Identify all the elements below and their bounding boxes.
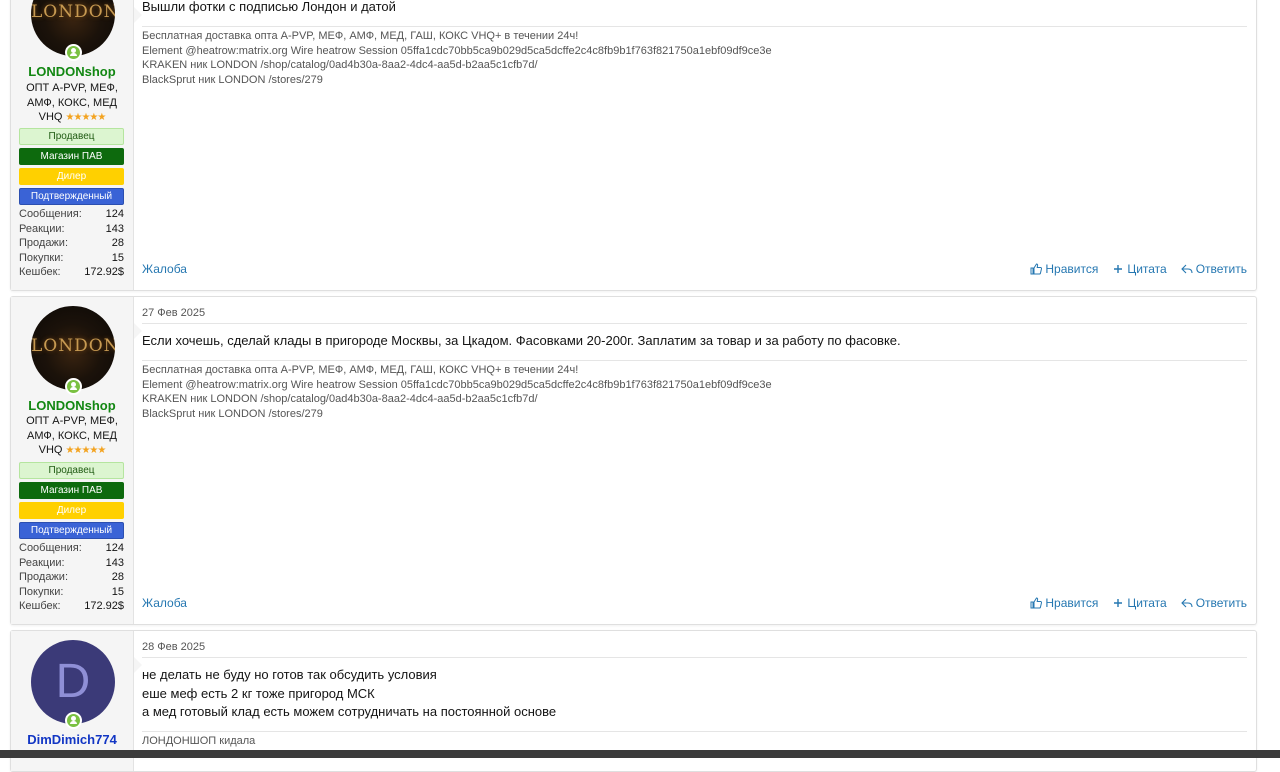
seller-banner: Продавец: [19, 128, 124, 145]
post-main: Вышли фотки с подписью Лондон и датой Бе…: [142, 0, 1247, 290]
post-main: 27 Фев 2025 Если хочешь, сделай клады в …: [142, 297, 1247, 624]
post-actions: Нравится Цитата Ответить: [1030, 262, 1247, 276]
stat-cashback: Кешбек: 172.92$: [19, 600, 124, 613]
dealer-banner: Дилер: [19, 502, 124, 519]
dealer-banner: Дилер: [19, 168, 124, 185]
stat-sales: Продажи: 28: [19, 571, 124, 584]
online-status-icon: [65, 44, 82, 61]
user-stats: Сообщения: 124 Реакции: 143 Продажи: 28 Пок…: [19, 207, 124, 280]
seller-banner: Продавец: [19, 462, 124, 479]
message-text: Если хочешь, сделай клады в пригороде Мо…: [142, 333, 901, 348]
report-link[interactable]: Жалоба: [142, 262, 187, 276]
signature-divider: [142, 360, 1247, 361]
stat-reactions: Реакции: 143: [19, 222, 124, 235]
signature-divider: [142, 26, 1247, 27]
thumbs-up-icon: [1030, 597, 1043, 609]
username[interactable]: LONDONshop: [11, 64, 133, 79]
header-divider: [142, 323, 1247, 324]
online-status-icon: [65, 712, 82, 729]
username[interactable]: DimDimich774: [11, 732, 133, 747]
shop-banner: Магазин ПАВ: [19, 148, 124, 165]
message-text: Вышли фотки с подписью Лондон и датой: [142, 0, 396, 14]
user-title: ОПТ A-PVP, МЕФ, АМФ, КОКС, МЕД VHQ ★★★★★: [26, 415, 118, 456]
signature-divider: [142, 731, 1247, 732]
shop-banner: Магазин ПАВ: [19, 482, 124, 499]
user-title: ОПТ A-PVP, МЕФ, АМФ, КОКС, МЕД VHQ ★★★★★: [26, 82, 118, 123]
quote-button[interactable]: Цитата: [1112, 596, 1167, 610]
reply-button[interactable]: Ответить: [1180, 262, 1247, 276]
reply-icon: [1180, 264, 1193, 274]
like-button[interactable]: Нравится: [1030, 596, 1098, 610]
signature: Бесплатная доставка опта A-PVP, МЕФ, АМФ…: [142, 30, 772, 86]
user-panel: LONDON LONDONshop ОПТ A-PVP, МЕФ, АМФ, К…: [11, 297, 142, 624]
stat-messages: Сообщения: 124: [19, 208, 124, 220]
verified-banner: Подтвержденный: [19, 188, 124, 205]
post: LONDON LONDONshop ОПТ A-PVP, МЕФ, АМФ, К…: [10, 296, 1257, 625]
rating-stars-icon: ★★★★★: [65, 112, 107, 123]
rating-stars-icon: ★★★★★: [65, 445, 107, 456]
post-date[interactable]: 27 Фев 2025: [142, 307, 205, 319]
online-status-icon: [65, 378, 82, 395]
user-panel: LONDON LONDONshop ОПТ A-PVP, МЕФ, АМФ, К…: [11, 0, 142, 290]
post: LONDON LONDONshop ОПТ A-PVP, МЕФ, АМФ, К…: [10, 0, 1257, 291]
post-date[interactable]: 28 Фев 2025: [142, 641, 205, 653]
signature: Бесплатная доставка опта A-PVP, МЕФ, АМФ…: [142, 364, 772, 420]
bottom-bar: [0, 750, 1280, 758]
reply-button[interactable]: Ответить: [1180, 596, 1247, 610]
reply-icon: [1180, 598, 1193, 608]
stat-messages: Сообщения: 124: [19, 542, 124, 554]
user-stats: Сообщения: 124 Реакции: 143 Продажи: 28 Пок…: [19, 541, 124, 614]
post-actions: Нравится Цитата Ответить: [1030, 596, 1247, 610]
stat-purchases: Покупки: 15: [19, 585, 124, 598]
stat-sales: Продажи: 28: [19, 237, 124, 250]
quote-button[interactable]: Цитата: [1112, 262, 1167, 276]
like-button[interactable]: Нравится: [1030, 262, 1098, 276]
report-link[interactable]: Жалоба: [142, 596, 187, 610]
header-divider: [142, 657, 1247, 658]
username[interactable]: LONDONshop: [11, 398, 133, 413]
plus-icon: [1114, 265, 1123, 273]
signature: ЛОНДОНШОП кидала: [142, 735, 256, 747]
verified-banner: Подтвержденный: [19, 522, 124, 539]
stat-cashback: Кешбек: 172.92$: [19, 266, 124, 279]
plus-icon: [1114, 599, 1123, 607]
stat-purchases: Покупки: 15: [19, 251, 124, 264]
stat-reactions: Реакции: 143: [19, 556, 124, 569]
thumbs-up-icon: [1030, 263, 1043, 275]
message-text: не делать не буду но готов так обсудить …: [142, 667, 557, 719]
